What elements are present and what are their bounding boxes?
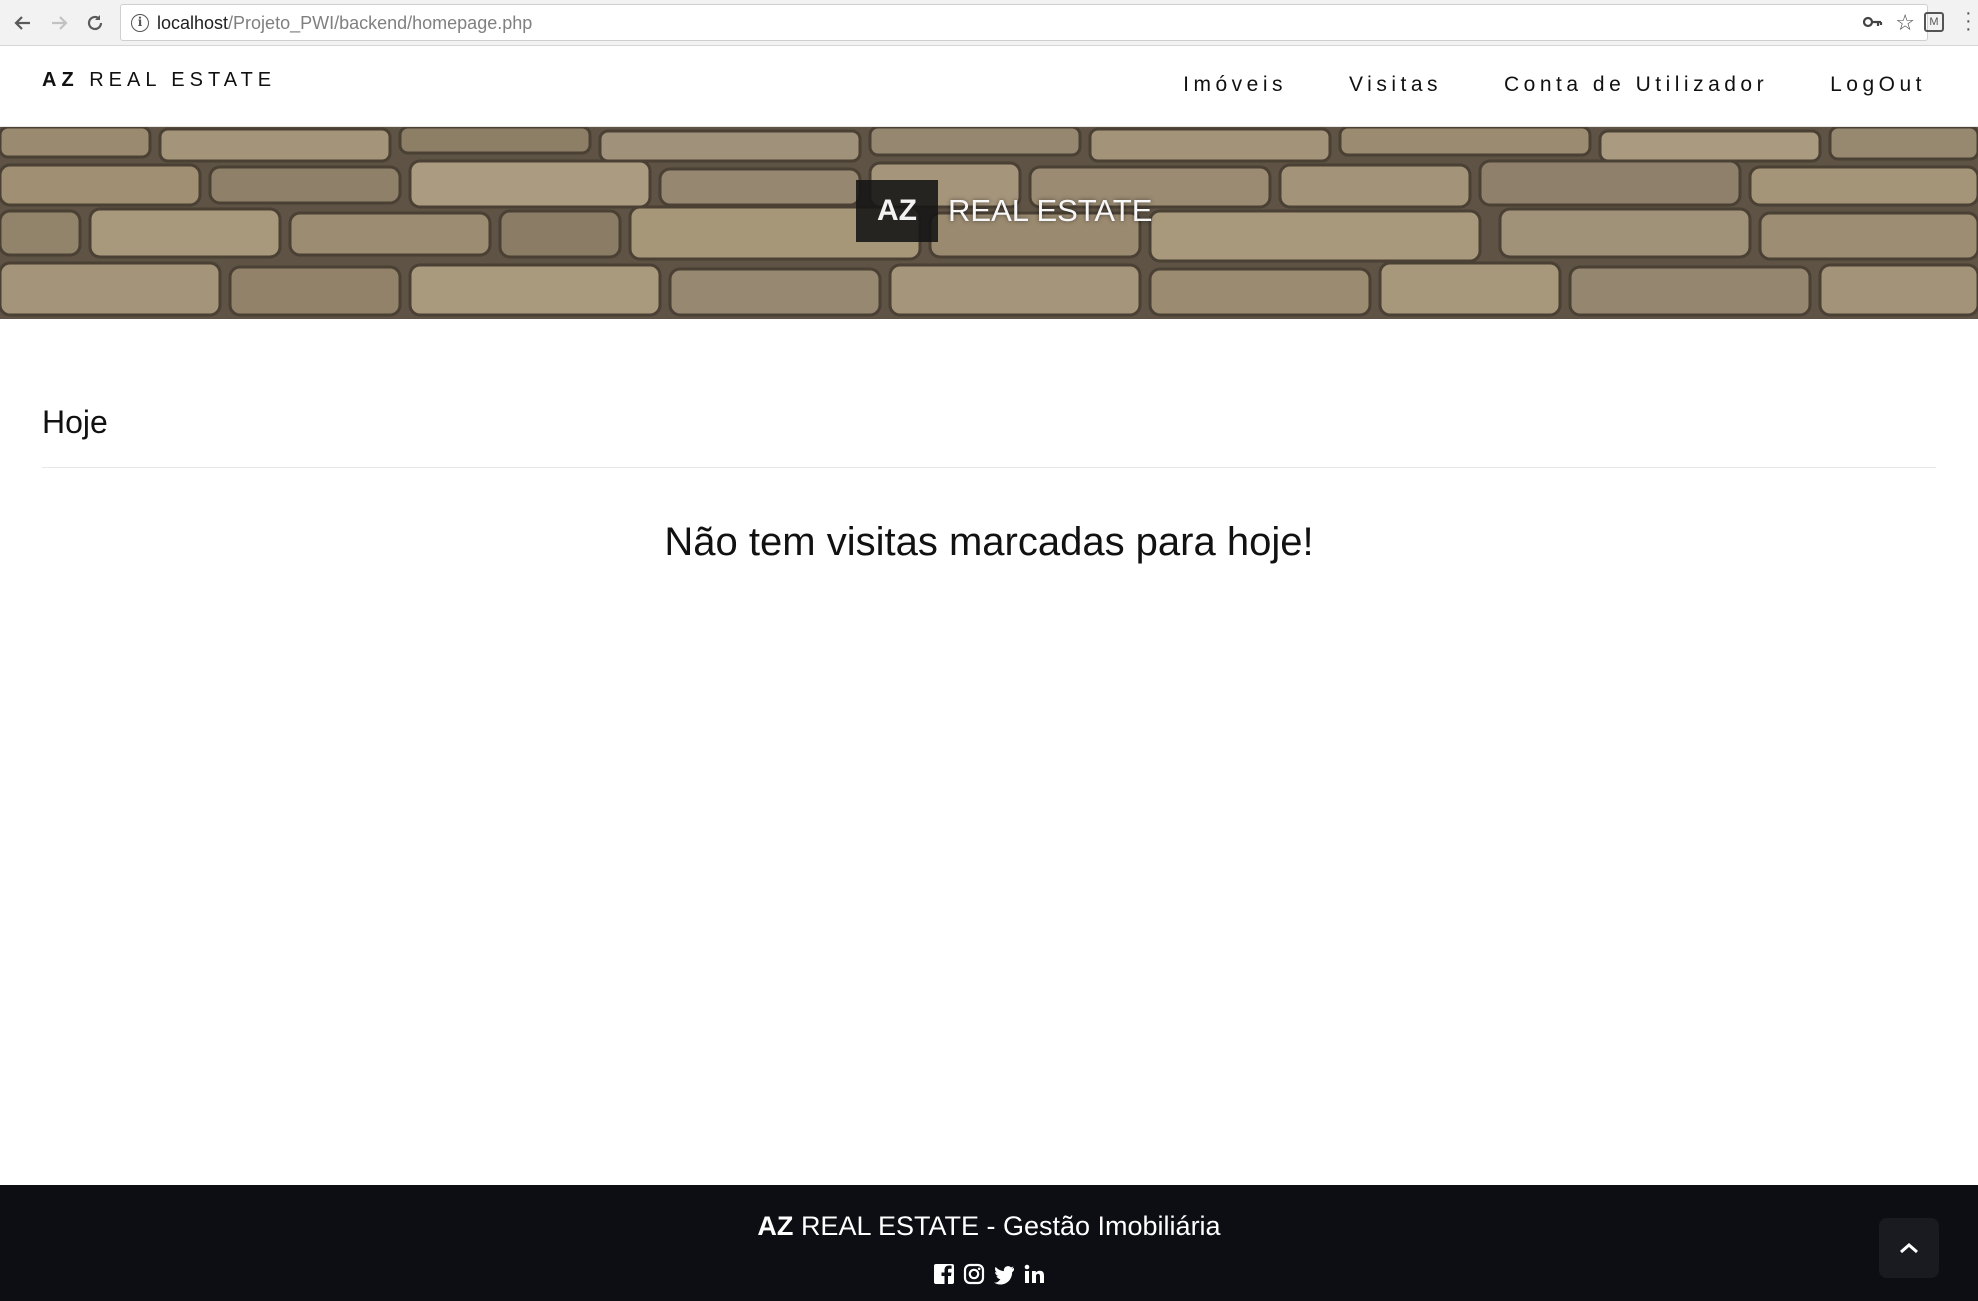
- nav-imoveis[interactable]: Imóveis: [1183, 73, 1287, 97]
- scroll-to-top-button[interactable]: [1879, 1218, 1939, 1278]
- twitter-icon[interactable]: [993, 1263, 1015, 1285]
- info-icon[interactable]: i: [131, 14, 149, 32]
- linkedin-icon[interactable]: [1023, 1263, 1045, 1285]
- social-links: [0, 1263, 1978, 1285]
- facebook-icon[interactable]: [933, 1263, 955, 1285]
- nav-logout[interactable]: LogOut: [1830, 73, 1926, 97]
- chevron-up-icon: [1900, 1243, 1918, 1254]
- empty-state-message: Não tem visitas marcadas para hoje!: [664, 520, 1314, 564]
- nav-visitas[interactable]: Visitas: [1349, 73, 1442, 97]
- browser-menu-icon[interactable]: · · ·: [1965, 3, 1972, 39]
- site-footer: AZ REAL ESTATE - Gestão Imobiliária: [0, 1185, 1978, 1301]
- footer-brand: AZ REAL ESTATE - Gestão Imobiliária: [757, 1211, 1221, 1241]
- hero-logo: AZ REAL ESTATE: [856, 180, 1152, 242]
- hero-logo-badge: AZ: [856, 180, 938, 242]
- main-menu: Imóveis Visitas Conta de Utilizador LogO…: [1183, 73, 1926, 97]
- hero-banner: AZ REAL ESTATE: [0, 127, 1978, 319]
- browser-toolbar: i localhost/Projeto_PWI/backend/homepage…: [0, 0, 1978, 46]
- address-bar[interactable]: i localhost/Projeto_PWI/backend/homepage…: [120, 4, 1928, 41]
- section-divider: [42, 467, 1936, 468]
- site-navbar: AZ REAL ESTATE Imóveis Visitas Conta de …: [0, 47, 1978, 127]
- url-text: localhost/Projeto_PWI/backend/homepage.p…: [157, 13, 533, 33]
- reload-icon[interactable]: [80, 8, 110, 38]
- hero-logo-text: REAL ESTATE: [948, 193, 1153, 228]
- nav-conta-utilizador[interactable]: Conta de Utilizador: [1504, 73, 1768, 97]
- page-title: Hoje: [42, 404, 108, 440]
- instagram-icon[interactable]: [963, 1263, 985, 1285]
- site-logo[interactable]: AZ REAL ESTATE: [42, 69, 276, 92]
- forward-icon[interactable]: [44, 8, 74, 38]
- key-icon[interactable]: [1862, 13, 1883, 34]
- extension-icon[interactable]: M: [1924, 12, 1944, 32]
- back-icon[interactable]: [8, 8, 38, 38]
- bookmark-star-icon[interactable]: ☆: [1895, 10, 1915, 36]
